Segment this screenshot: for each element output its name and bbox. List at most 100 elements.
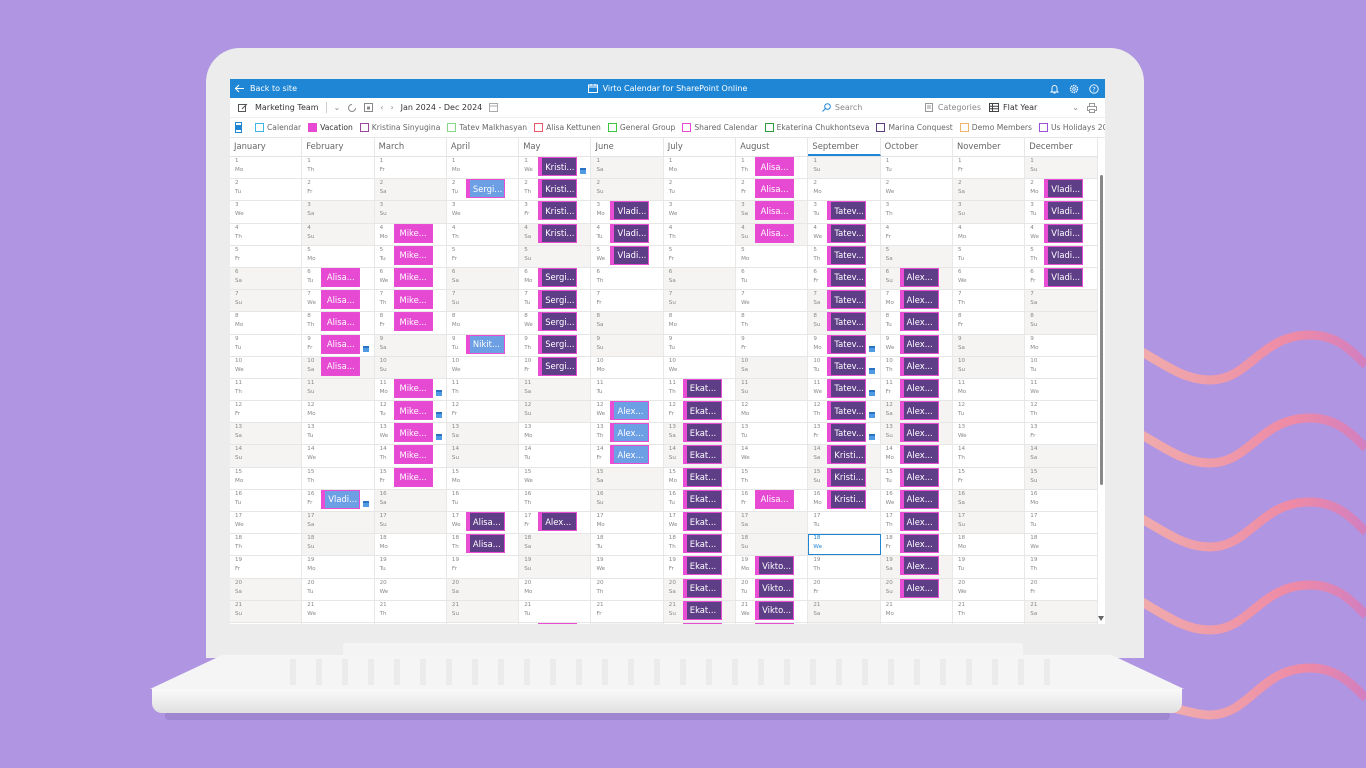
- refresh-icon[interactable]: [347, 103, 357, 113]
- event-block[interactable]: Vladi...: [538, 622, 578, 624]
- day-cell[interactable]: 14 We: [736, 445, 809, 467]
- day-cell[interactable]: 21 Su: [446, 600, 520, 622]
- event-block[interactable]: Mike...: [393, 245, 433, 265]
- event-block[interactable]: Vladi...: [610, 245, 650, 265]
- legend-item[interactable]: Tatev Malkhasyan: [447, 123, 527, 132]
- calendar-event-icon[interactable]: [435, 434, 442, 441]
- day-cell[interactable]: 4 We Vladi...: [1025, 223, 1098, 245]
- legend-item[interactable]: Vacation: [308, 123, 353, 132]
- event-block[interactable]: Alisa...: [321, 334, 361, 354]
- day-cell[interactable]: 17 Fr Alex...: [519, 512, 592, 534]
- day-cell[interactable]: 15 Fr Mike...: [375, 467, 447, 489]
- event-block[interactable]: Vladi...: [1044, 267, 1084, 287]
- day-cell[interactable]: 13 Th Alex...: [591, 423, 664, 445]
- day-cell[interactable]: 4 We Tatev...: [808, 223, 881, 245]
- day-cell[interactable]: 14 Tu: [519, 445, 592, 467]
- day-cell[interactable]: 22Th: [302, 622, 375, 624]
- month-header[interactable]: August: [736, 137, 809, 156]
- day-cell[interactable]: 10 Su: [952, 356, 1026, 378]
- day-cell[interactable]: 18 We: [1025, 534, 1098, 556]
- day-cell[interactable]: 3 Mo Vladi...: [591, 201, 664, 223]
- day-cell[interactable]: 21 We: [302, 600, 375, 622]
- day-cell[interactable]: 6 Fr Vladi...: [1025, 267, 1098, 290]
- day-cell[interactable]: 8 Fr Mike...: [375, 312, 447, 334]
- day-cell[interactable]: 4 Fr: [881, 223, 953, 245]
- day-cell[interactable]: 12 Su: [519, 401, 592, 423]
- event-block[interactable]: Mike...: [393, 401, 433, 421]
- day-cell[interactable]: 4 Su Alisa...: [736, 223, 809, 245]
- legend-checkbox[interactable]: [534, 123, 544, 132]
- day-cell[interactable]: 2 Fr: [302, 179, 375, 201]
- day-cell[interactable]: 15 Tu Alex...: [881, 467, 953, 489]
- day-cell[interactable]: 10 Tu: [1025, 356, 1098, 378]
- day-cell[interactable]: 9 Sa: [952, 334, 1026, 356]
- legend-item[interactable]: Calendar: [255, 123, 301, 132]
- event-block[interactable]: Alex...: [610, 401, 650, 421]
- day-cell[interactable]: 19 Mo Vikto...: [736, 556, 809, 578]
- day-cell[interactable]: 16 Tu Ekat...: [664, 489, 737, 511]
- calendar-event-icon[interactable]: [869, 412, 876, 419]
- select-all-checkbox[interactable]: [235, 122, 242, 133]
- day-cell[interactable]: 1 Sa: [591, 157, 664, 179]
- legend-checkbox[interactable]: [959, 123, 969, 132]
- event-block[interactable]: Alex...: [899, 578, 939, 598]
- day-cell[interactable]: 3 Sa Alisa...: [736, 201, 809, 223]
- day-cell[interactable]: 21 Su Ekat...: [663, 600, 737, 622]
- day-cell[interactable]: 2 Tu: [664, 179, 737, 201]
- day-cell[interactable]: 20 Sa Ekat...: [663, 578, 737, 600]
- day-cell[interactable]: 22Su: [1025, 622, 1098, 624]
- day-cell[interactable]: 10 Sa: [736, 356, 809, 378]
- legend-checkbox[interactable]: [607, 123, 617, 132]
- scroll-down-arrow[interactable]: [1098, 616, 1104, 621]
- day-cell[interactable]: 18 Tu: [591, 534, 664, 556]
- calendar-event-icon[interactable]: [869, 367, 876, 374]
- day-cell[interactable]: 15 Su Kristi...: [808, 467, 881, 489]
- day-cell[interactable]: 16 Su: [591, 489, 664, 511]
- month-header[interactable]: May: [519, 137, 592, 156]
- day-cell[interactable]: 10 Fr Sergi...: [519, 356, 592, 378]
- day-cell[interactable]: 20 Fr: [808, 578, 881, 600]
- event-block[interactable]: Nikit...: [465, 334, 505, 354]
- day-cell[interactable]: 6 Su Alex...: [880, 267, 953, 290]
- event-block[interactable]: Sergi...: [465, 179, 505, 199]
- event-block[interactable]: Alex...: [899, 534, 939, 554]
- event-block[interactable]: Alisa...: [755, 157, 795, 176]
- day-cell[interactable]: 21 We Vikto...: [736, 600, 809, 622]
- day-cell[interactable]: 15 Mo: [230, 467, 303, 489]
- day-cell[interactable]: 2 We: [881, 179, 953, 201]
- day-cell[interactable]: 2 Mo Vladi...: [1025, 179, 1098, 201]
- day-cell[interactable]: 8 Su Tatev...: [808, 312, 881, 334]
- event-block[interactable]: Alisa...: [755, 223, 795, 243]
- gear-icon[interactable]: [1069, 84, 1079, 94]
- day-cell[interactable]: 18 Th Ekat...: [664, 534, 737, 556]
- day-cell[interactable]: 8 We Sergi...: [519, 312, 592, 334]
- event-block[interactable]: Kristi...: [538, 179, 578, 199]
- day-cell[interactable]: 9 Th Sergi...: [519, 334, 592, 356]
- event-block[interactable]: Ekat...: [682, 401, 722, 421]
- event-block[interactable]: Kristi...: [827, 467, 867, 487]
- event-block[interactable]: Alex...: [899, 445, 939, 465]
- day-cell[interactable]: 21 Fr: [591, 600, 664, 622]
- day-cell[interactable]: 3 Su: [374, 201, 447, 223]
- day-cell[interactable]: 4 Mo: [953, 223, 1026, 245]
- day-cell[interactable]: 9 Su: [591, 334, 664, 356]
- day-cell[interactable]: 9 Sa: [374, 334, 447, 356]
- day-cell[interactable]: 11 Mo Mike...: [375, 378, 447, 401]
- day-cell[interactable]: 7 Fr: [591, 290, 664, 312]
- event-block[interactable]: Sergi...: [538, 290, 578, 310]
- day-cell[interactable]: 10 We: [230, 356, 303, 378]
- legend-checkbox[interactable]: [447, 123, 457, 132]
- event-block[interactable]: Ekat...: [682, 378, 722, 398]
- event-block[interactable]: Tatev...: [827, 423, 867, 443]
- day-cell[interactable]: 16 Sa: [374, 489, 447, 511]
- day-cell[interactable]: 22ThVikto...: [736, 622, 809, 624]
- day-cell[interactable]: 6 Tu Alisa...: [302, 267, 375, 290]
- day-cell[interactable]: 22Mo: [230, 622, 303, 624]
- day-cell[interactable]: 20 Tu: [302, 578, 375, 600]
- day-cell[interactable]: 20 Su Alex...: [880, 578, 953, 600]
- day-cell[interactable]: 12 Th Tatev...: [808, 401, 881, 423]
- day-cell[interactable]: 7 Th Mike...: [375, 290, 447, 312]
- day-cell[interactable]: 14 Fr Alex...: [591, 445, 664, 467]
- event-block[interactable]: Ekat...: [682, 489, 722, 509]
- event-block[interactable]: Alisa...: [321, 290, 361, 310]
